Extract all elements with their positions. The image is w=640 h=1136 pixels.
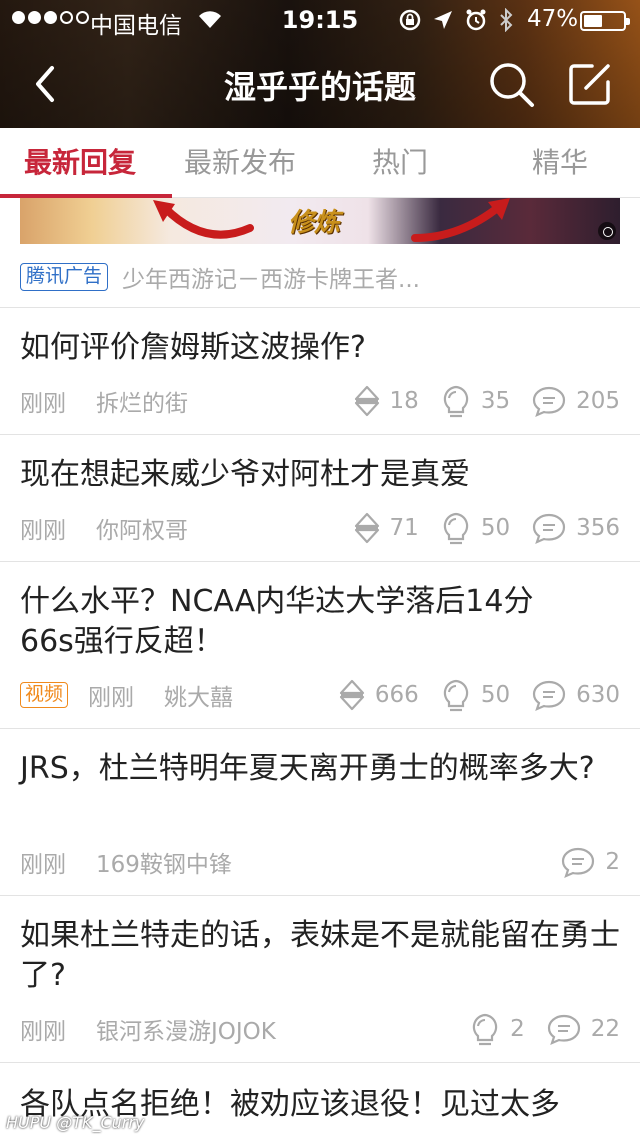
reply-icon	[532, 513, 566, 544]
post-meta: 刚刚 169鞍钢中锋	[20, 845, 232, 879]
reply-icon	[532, 680, 566, 711]
ad-info[interactable]: 腾讯广告 少年西游记－西游卡牌王者...	[20, 262, 420, 293]
post-title: 如何评价詹姆斯这波操作?	[20, 330, 366, 365]
post-author[interactable]: 姚大囍	[164, 678, 233, 712]
light-count: 50	[480, 682, 511, 708]
vote-count: 18	[389, 388, 419, 414]
post-stats: 18 35 205	[332, 381, 620, 421]
post-item[interactable]: 如果杜兰特走的话，表妹是不是就能留在勇士了? 刚刚 银河系漫游JOJOK 2 2…	[0, 896, 640, 1063]
vote-count: 71	[389, 515, 419, 541]
vote-icon	[354, 385, 379, 417]
vote-count: 666	[374, 682, 419, 708]
post-meta: 刚刚 你阿权哥	[20, 511, 188, 545]
post-item[interactable]: 现在想起来威少爷对阿杜才是真爱 刚刚 你阿权哥 71 50 356	[0, 435, 640, 562]
tab-hot[interactable]: 热门	[320, 128, 480, 198]
post-item[interactable]: 什么水平？NCAA内华达大学落后14分66s强行反超！ 视频 刚刚 姚大囍 66…	[0, 562, 640, 729]
header: 中国电信 19:15 47% 湿乎乎的话题	[0, 0, 640, 128]
ad-banner-image[interactable]: 修炼	[20, 198, 620, 244]
location-icon	[432, 9, 454, 37]
reply-count: 2	[605, 849, 620, 875]
light-bulb-icon	[443, 512, 468, 545]
post-author[interactable]: 银河系漫游JOJOK	[96, 1012, 276, 1046]
post-stats: 666 50 630	[317, 675, 620, 715]
vote-icon	[339, 679, 365, 711]
reply-icon	[532, 386, 566, 417]
reply-icon	[547, 1014, 580, 1045]
light-bulb-icon	[443, 679, 468, 712]
post-title: 如果杜兰特走的话，表妹是不是就能留在勇士了?	[20, 918, 620, 993]
nav-bar: 湿乎乎的话题	[0, 40, 640, 128]
post-author[interactable]: 你阿权哥	[96, 511, 188, 545]
reply-count: 630	[576, 682, 620, 708]
ad-options-icon[interactable]	[598, 222, 616, 240]
tab-featured[interactable]: 精华	[480, 128, 640, 198]
post-stats: 2	[539, 842, 620, 882]
tab-latest-reply[interactable]: 最新回复	[0, 128, 172, 198]
post-meta: 刚刚 银河系漫游JOJOK	[20, 1012, 276, 1046]
search-button[interactable]	[487, 60, 535, 108]
post-title: 什么水平？NCAA内华达大学落后14分66s强行反超！	[20, 584, 534, 659]
reply-icon	[562, 847, 595, 878]
tab-bar: 最新回复 最新发布 热门 精华	[0, 128, 640, 198]
ad-text: 少年西游记－西游卡牌王者...	[122, 267, 420, 293]
ad-tag: 腾讯广告	[20, 263, 109, 291]
post-author[interactable]: 169鞍钢中锋	[96, 845, 232, 879]
light-bulb-icon	[472, 1013, 498, 1046]
post-author[interactable]: 拆烂的街	[96, 384, 188, 418]
reply-count: 22	[590, 1016, 620, 1042]
reply-count: 205	[576, 388, 620, 414]
search-icon	[490, 63, 534, 107]
post-stats: 2 22	[448, 1009, 620, 1049]
red-arrow-graphic	[411, 198, 510, 242]
post-item[interactable]: 如何评价詹姆斯这波操作? 刚刚 拆烂的街 18 35 205	[0, 308, 640, 435]
battery-percent: 47%	[527, 6, 579, 32]
light-bulb-icon	[443, 385, 468, 418]
red-arrow-graphic	[153, 200, 254, 239]
post-time: 刚刚	[88, 685, 135, 711]
post-meta: 刚刚 拆烂的街	[20, 384, 188, 418]
light-count: 50	[480, 515, 511, 541]
compose-button[interactable]	[568, 62, 612, 106]
watermark: HUPU @TK_Curry	[6, 1113, 145, 1132]
post-time: 刚刚	[20, 391, 66, 417]
post-stats: 71 50 356	[332, 508, 620, 548]
alarm-icon	[464, 8, 488, 38]
ad-banner-word: 修炼	[288, 208, 341, 238]
bluetooth-icon	[498, 7, 514, 38]
light-count: 35	[480, 388, 511, 414]
post-time: 刚刚	[20, 1019, 66, 1045]
status-bar: 中国电信 19:15 47%	[0, 0, 640, 40]
light-count: 2	[510, 1016, 525, 1042]
post-title: JRS，杜兰特明年夏天离开勇士的概率多大?	[20, 751, 595, 786]
rotation-lock-icon	[398, 8, 422, 38]
post-item[interactable]: JRS，杜兰特明年夏天离开勇士的概率多大? 刚刚 169鞍钢中锋 2	[0, 729, 640, 896]
post-title: 现在想起来威少爷对阿杜才是真爱	[20, 457, 470, 492]
tab-latest-post[interactable]: 最新发布	[160, 128, 320, 198]
post-time: 刚刚	[20, 518, 66, 544]
page-title: 湿乎乎的话题	[223, 68, 416, 106]
post-meta: 视频 刚刚 姚大囍	[20, 678, 233, 712]
video-tag: 视频	[20, 682, 69, 708]
battery-icon	[580, 11, 630, 31]
post-time: 刚刚	[20, 852, 66, 878]
reply-count: 356	[576, 515, 620, 541]
vote-icon	[354, 512, 379, 544]
compose-icon	[569, 64, 610, 105]
